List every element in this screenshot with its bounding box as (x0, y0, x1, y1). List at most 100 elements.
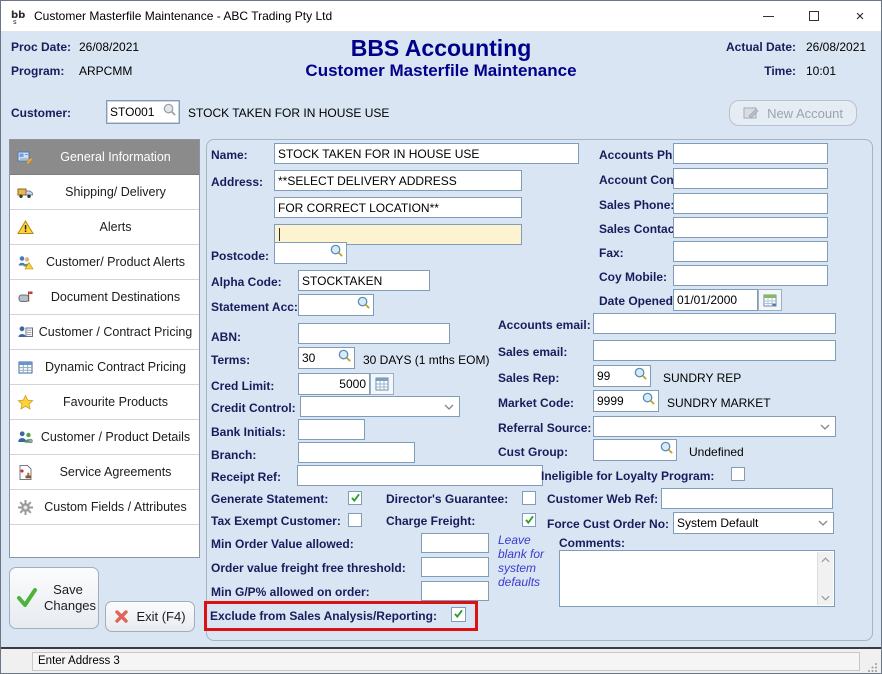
min-order-value-input[interactable] (421, 533, 489, 553)
sidebar-item-cust-prod-details[interactable]: Customer / Product Details (10, 420, 199, 455)
terms-label: Terms: (211, 353, 250, 367)
sidebar-item-label: Customer / Contract Pricing (39, 325, 193, 339)
directors-guarantee-checkbox[interactable] (522, 491, 536, 505)
tax-exempt-checkbox[interactable] (348, 513, 362, 527)
receipt-ref-input[interactable] (297, 465, 543, 486)
new-account-label: New Account (767, 106, 843, 121)
scroll-down-icon[interactable] (818, 590, 833, 605)
abn-label: ABN: (211, 330, 241, 344)
title-bar: bbs Customer Masterfile Maintenance - AB… (1, 1, 881, 32)
charge-freight-label: Charge Freight: (386, 514, 475, 528)
market-code-field[interactable]: 9999 (593, 390, 659, 412)
sales-contact-input[interactable] (673, 217, 828, 238)
referral-source-label: Referral Source: (498, 421, 591, 435)
statement-acc-field[interactable] (298, 294, 374, 316)
accounts-email-input[interactable] (593, 313, 836, 334)
sidebar-item-cust-contract-pricing[interactable]: Customer / Contract Pricing (10, 315, 199, 350)
sidebar-item-label: Document Destinations (51, 290, 180, 304)
resize-grip-icon[interactable] (868, 662, 878, 672)
date-opened-calendar-button[interactable] (758, 289, 782, 311)
bbs-app-icon: bbs (10, 7, 28, 25)
min-order-value-label: Min Order Value allowed: (211, 537, 354, 551)
sidebar-item-dynamic-pricing[interactable]: Dynamic Contract Pricing (10, 350, 199, 385)
name-label: Name: (211, 148, 248, 162)
sidebar: General Information Shipping/ DeliveryAle… (9, 139, 200, 558)
comments-scrollbar[interactable] (817, 552, 833, 605)
sales-email-label: Sales email: (498, 345, 567, 359)
service-agreements-icon (17, 464, 34, 481)
terms-lookup-icon[interactable] (337, 348, 352, 368)
tax-exempt-label: Tax Exempt Customer: (211, 514, 341, 528)
app-window: bbs Customer Masterfile Maintenance - AB… (0, 0, 882, 674)
new-account-button[interactable]: New Account (729, 100, 857, 126)
sales-rep-lookup-icon[interactable] (633, 366, 648, 386)
sales-rep-field[interactable]: 99 (593, 365, 651, 387)
calculator-icon (375, 377, 389, 391)
comments-textarea[interactable] (559, 550, 835, 607)
name-input[interactable] (274, 143, 579, 164)
sidebar-item-alerts[interactable]: Alerts (10, 210, 199, 245)
sales-email-input[interactable] (593, 340, 836, 361)
terms-field[interactable]: 30 (298, 347, 355, 369)
close-button[interactable]: × (837, 1, 882, 31)
cust-group-label: Cust Group: (498, 445, 568, 459)
market-code-lookup-icon[interactable] (641, 391, 656, 411)
min-gp-label: Min G/P% allowed on order: (211, 585, 370, 599)
sidebar-item-label: Customer/ Product Alerts (46, 255, 185, 269)
freight-free-threshold-input[interactable] (421, 557, 489, 577)
accounts-email-label: Accounts email: (498, 318, 591, 332)
exclude-sales-analysis-checkbox[interactable] (451, 607, 466, 622)
fax-input[interactable] (673, 241, 828, 262)
cred-limit-input[interactable] (298, 373, 370, 395)
ineligible-loyalty-checkbox[interactable] (731, 467, 745, 481)
sales-rep-description: SUNDRY REP (663, 371, 741, 385)
postcode-lookup-icon[interactable] (329, 243, 344, 263)
cred-limit-calculator-button[interactable] (370, 373, 394, 395)
cust-prod-alerts-icon (17, 254, 34, 271)
customer-lookup-icon[interactable] (162, 102, 177, 122)
exit-button[interactable]: Exit (F4) (105, 601, 195, 632)
sidebar-item-custom-fields[interactable]: Custom Fields / Attributes (10, 490, 199, 525)
custom-fields-icon (17, 499, 34, 516)
coy-mobile-input[interactable] (673, 265, 828, 286)
scroll-up-icon[interactable] (818, 552, 833, 567)
sidebar-item-shipping[interactable]: Shipping/ Delivery (10, 175, 199, 210)
force-cust-order-dropdown[interactable]: System Default (673, 512, 834, 534)
cust-group-field[interactable] (593, 439, 677, 461)
sidebar-item-label: General Information (60, 150, 170, 164)
min-gp-input[interactable] (421, 581, 489, 601)
market-code-description: SUNDRY MARKET (667, 396, 771, 410)
sidebar-item-cust-prod-alerts[interactable]: Customer/ Product Alerts (10, 245, 199, 280)
cust-group-lookup-icon[interactable] (659, 440, 674, 460)
minimize-button[interactable] (745, 1, 791, 31)
branch-input[interactable] (298, 442, 415, 463)
referral-source-dropdown[interactable] (593, 416, 836, 437)
postcode-field[interactable] (274, 242, 347, 264)
accounts-ph-input[interactable] (673, 143, 828, 164)
account-cont-input[interactable] (673, 168, 828, 189)
sidebar-item-favourites[interactable]: Favourite Products (10, 385, 199, 420)
date-opened-input[interactable] (673, 289, 758, 311)
alpha-code-input[interactable] (298, 270, 430, 291)
close-icon: × (856, 9, 865, 24)
maximize-button[interactable] (791, 1, 837, 31)
directors-guarantee-label: Director's Guarantee: (386, 492, 508, 506)
abn-input[interactable] (298, 323, 450, 344)
bank-initials-input[interactable] (298, 419, 365, 440)
sales-phone-label: Sales Phone: (599, 198, 674, 212)
charge-freight-checkbox[interactable] (522, 513, 536, 527)
customer-code-field[interactable]: STO001 (106, 100, 180, 124)
credit-control-dropdown[interactable] (300, 396, 460, 417)
address-line2-input[interactable] (274, 197, 522, 218)
statement-acc-lookup-icon[interactable] (356, 295, 371, 315)
sidebar-item-doc-dest[interactable]: Document Destinations (10, 280, 199, 315)
generate-statement-checkbox[interactable] (348, 491, 362, 505)
customer-web-ref-input[interactable] (661, 488, 833, 509)
sales-phone-input[interactable] (673, 193, 828, 214)
time-label: Time: (701, 64, 796, 78)
exit-label: Exit (F4) (136, 609, 185, 624)
save-changes-button[interactable]: Save Changes (9, 567, 99, 629)
sidebar-item-general-info[interactable]: General Information (10, 140, 199, 175)
address-line1-input[interactable] (274, 170, 522, 191)
sidebar-item-service-agreements[interactable]: Service Agreements (10, 455, 199, 490)
